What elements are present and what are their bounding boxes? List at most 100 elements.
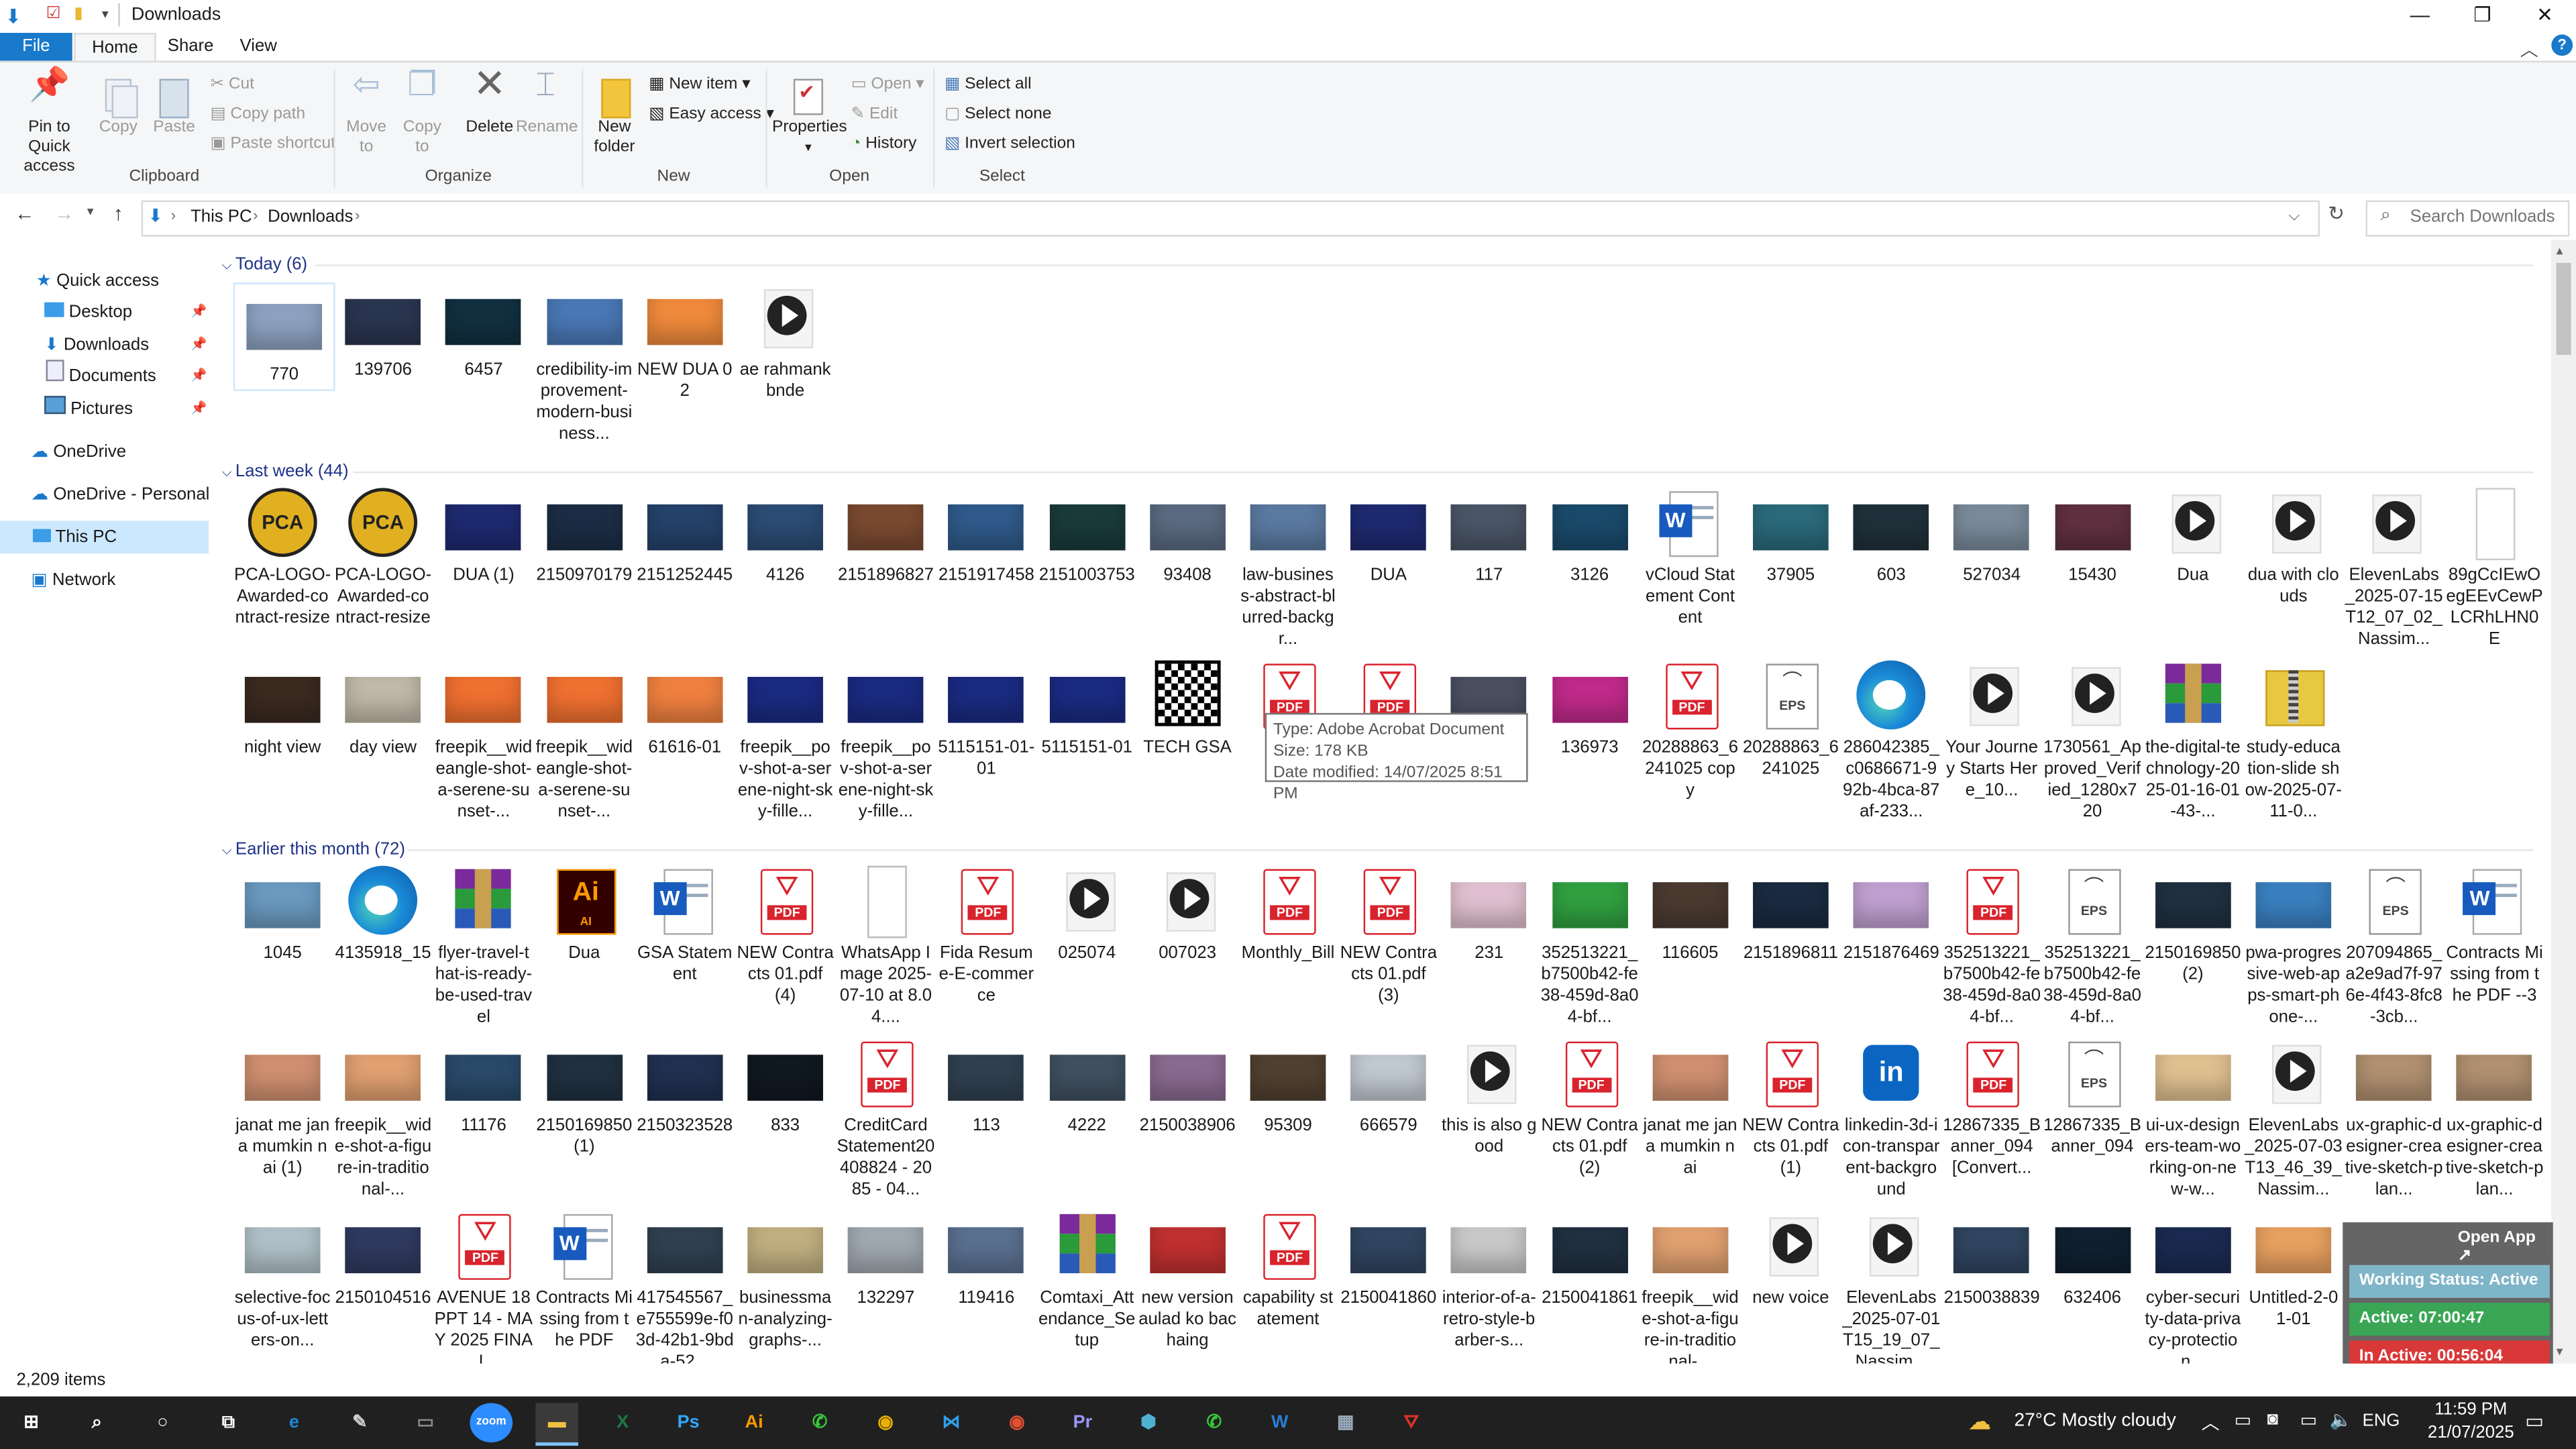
file-item[interactable]: ⛛ PDF 352513221_b7500b42-fe38-459d-8a04-bf…: [1943, 866, 2041, 1028]
file-item[interactable]: new version aulad ko bachaing: [1138, 1211, 1237, 1352]
file-item[interactable]: 2150041860: [1339, 1211, 1438, 1309]
file-item[interactable]: 025074: [1038, 866, 1136, 965]
back-arrow-icon[interactable]: ←: [15, 202, 34, 225]
file-item[interactable]: Ai AI Dua: [535, 866, 633, 965]
file-item[interactable]: 5115151-01-01: [937, 660, 1036, 780]
copy-to-button[interactable]: ❐ Copy to: [398, 69, 447, 158]
file-item[interactable]: 1730561_Approved_Verified_1280x720: [2043, 660, 2142, 822]
file-item[interactable]: dua with clouds: [2244, 488, 2343, 608]
pin-icon[interactable]: 📌: [191, 360, 207, 392]
paste-button[interactable]: Paste: [148, 76, 200, 138]
file-item[interactable]: 2150169850 (2): [2143, 866, 2242, 986]
notifications-icon[interactable]: ▭: [2525, 1409, 2544, 1432]
invert-selection-button[interactable]: ▧ Invert selection: [945, 131, 1075, 158]
file-item[interactable]: 231: [1440, 866, 1538, 965]
clock-time[interactable]: 11:59 PM: [2425, 1400, 2517, 1419]
edit-button[interactable]: ✎ Edit: [851, 102, 898, 128]
open-app-link[interactable]: Open App ↗: [2458, 1229, 2553, 1265]
network-status-icon[interactable]: ▭: [2300, 1409, 2317, 1431]
search-icon[interactable]: ⌕: [76, 1403, 119, 1442]
breadcrumb-this-pc[interactable]: This PC: [191, 207, 252, 227]
breadcrumb-chevron-icon[interactable]: ›: [355, 207, 360, 223]
file-item[interactable]: 286042385_c0686671-992b-4bca-87af-233...: [1842, 660, 1941, 822]
file-item[interactable]: 2150169850 (1): [535, 1038, 633, 1159]
show-hidden-icons[interactable]: ︿: [2202, 1409, 2220, 1436]
scroll-up-icon[interactable]: ▴: [2557, 243, 2563, 258]
file-item[interactable]: ElevenLabs_2025-07-03T13_46_39_Nassim...: [2244, 1038, 2343, 1201]
folder-quick-icon[interactable]: ▮: [74, 5, 83, 23]
file-item[interactable]: freepik__wide-shot-a-figure-in-tradition…: [1641, 1211, 1739, 1364]
file-item[interactable]: 2150323528: [635, 1038, 734, 1137]
file-item[interactable]: Untitled-2-01-01: [2244, 1211, 2343, 1331]
file-item[interactable]: freepik__wide-shot-a-figure-in-tradition…: [334, 1038, 433, 1201]
file-item[interactable]: businessman-analyzing-graphs-...: [736, 1211, 835, 1352]
windows-start-icon[interactable]: ⊞: [10, 1403, 53, 1442]
file-item[interactable]: pwa-progressive-web-apps-smart-phone-...: [2244, 866, 2343, 1028]
file-item[interactable]: 2151876469: [1842, 866, 1941, 965]
file-item[interactable]: Dua: [2143, 488, 2242, 586]
file-item[interactable]: 5115151-01: [1038, 660, 1136, 759]
file-item[interactable]: freepik__wideangle-shot-a-serene-sunset-…: [535, 660, 633, 822]
address-box[interactable]: ⬇ › This PC › Downloads › ⌵: [141, 200, 2320, 237]
file-item[interactable]: 15430: [2043, 488, 2142, 586]
file-item[interactable]: 116605: [1641, 866, 1739, 965]
scroll-down-icon[interactable]: ▾: [2557, 1344, 2563, 1358]
file-item[interactable]: credibility-improvement-modern-business.…: [535, 282, 633, 445]
file-item[interactable]: interior-of-a-retro-style-barber-s...: [1440, 1211, 1538, 1352]
pin-icon[interactable]: 📌: [191, 392, 207, 425]
pin-icon[interactable]: 📌: [191, 329, 207, 362]
nav-pictures[interactable]: Pictures 📌: [0, 392, 209, 425]
file-item[interactable]: janat me jana mumkin nai (1): [233, 1038, 332, 1180]
select-all-button[interactable]: ▦ Select all: [945, 72, 1031, 99]
file-item[interactable]: 89gCcIEwOegEEvCewPLCRhLHN0E: [2445, 488, 2544, 650]
nav-onedrive-personal[interactable]: ☁ OneDrive - Personal: [0, 478, 210, 511]
group-header-earlier[interactable]: ⌵ Earlier this month (72): [222, 837, 405, 863]
file-item[interactable]: 2151896827: [837, 488, 935, 586]
tab-view[interactable]: View: [223, 33, 293, 61]
phone-app-2-icon[interactable]: ✆: [1193, 1403, 1236, 1442]
breadcrumb-chevron-icon[interactable]: ›: [253, 207, 258, 223]
weather-text[interactable]: 27°C Mostly cloudy: [2014, 1411, 2176, 1431]
cortana-icon[interactable]: ○: [142, 1403, 184, 1442]
scrollbar-thumb[interactable]: [2556, 262, 2571, 355]
file-item[interactable]: WhatsApp Image 2025-07-10 at 8.04....: [837, 865, 935, 1028]
file-item[interactable]: 2150104516: [334, 1211, 433, 1309]
file-item[interactable]: W Contracts Missing from the PDF: [535, 1211, 633, 1352]
file-item[interactable]: ⛛ PDF AVENUE 18 PPT 14 - MAY 2025 FINAL: [434, 1211, 533, 1364]
file-item[interactable]: 37905: [1741, 488, 1840, 586]
file-item[interactable]: 833: [736, 1038, 835, 1137]
clock-date[interactable]: 21/07/2025: [2425, 1423, 2517, 1442]
file-item[interactable]: ux-graphic-designer-creative-sketch-plan…: [2345, 1038, 2443, 1201]
file-item[interactable]: selective-focus-of-ux-letters-on...: [233, 1211, 332, 1352]
file-item[interactable]: ⛛ PDF Fida Resume-E-commerce: [937, 866, 1036, 1008]
chrome-icon[interactable]: ◉: [864, 1403, 907, 1442]
nav-onedrive[interactable]: ☁ OneDrive: [0, 435, 209, 468]
search-box[interactable]: ⌕: [2365, 200, 2570, 237]
move-to-button[interactable]: ⇦ Move to: [341, 69, 390, 158]
nav-quick-access[interactable]: ★ Quick access: [0, 264, 209, 297]
file-item[interactable]: ⛛ PDF 12867335_Banner_094 [Convert...: [1943, 1038, 2041, 1180]
paste-shortcut-button[interactable]: ▣ Paste shortcut: [210, 131, 335, 158]
file-item[interactable]: ui-ux-designers-team-working-on-new-w...: [2143, 1038, 2242, 1201]
nav-desktop[interactable]: Desktop 📌: [0, 296, 209, 329]
file-item[interactable]: ⛛ PDF NEW Contracts 01.pdf (2): [1540, 1038, 1639, 1180]
weather-icon[interactable]: ☁: [1968, 1408, 1991, 1436]
address-history-dropdown-icon[interactable]: ⌵: [2288, 207, 2300, 225]
file-item[interactable]: day view: [334, 660, 433, 759]
select-none-button[interactable]: ▢ Select none: [945, 102, 1051, 128]
phone-app-icon[interactable]: ✆: [798, 1403, 841, 1442]
pin-to-quick-access-button[interactable]: 📌 Pin to Quick access: [7, 69, 92, 178]
quick-access-toolbar-dropdown-icon[interactable]: ▾: [102, 7, 109, 21]
file-item[interactable]: in linkedin-3d-icon-transparent-backgroun…: [1842, 1038, 1941, 1201]
copy-path-button[interactable]: ▤ Copy path: [210, 102, 305, 128]
close-button[interactable]: ✕: [2514, 0, 2576, 33]
file-item[interactable]: freepik__wideangle-shot-a-serene-sunset-…: [434, 660, 533, 822]
file-item[interactable]: Your Journey Starts Here_10...: [1943, 660, 2041, 802]
file-item[interactable]: ElevenLabs_2025-07-01T15_19_07_Nassim...: [1842, 1211, 1941, 1364]
file-item[interactable]: 132297: [837, 1211, 935, 1309]
file-item[interactable]: 1045: [233, 866, 332, 965]
illustrator-icon[interactable]: Ai: [733, 1403, 775, 1442]
tab-file[interactable]: File: [0, 32, 72, 61]
refresh-icon[interactable]: ↻: [2328, 202, 2345, 225]
chrome-profile-icon[interactable]: ◉: [996, 1403, 1038, 1442]
